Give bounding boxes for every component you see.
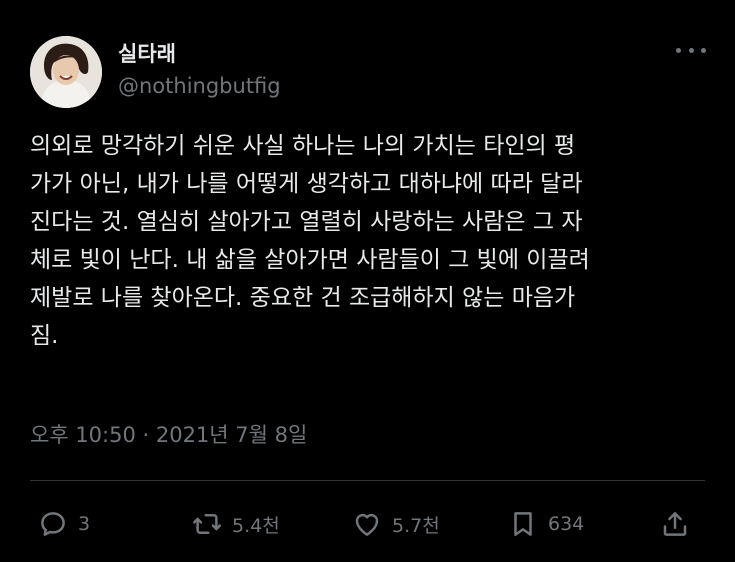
like-count: 5.7천 — [392, 514, 440, 537]
bookmark-count: 634 — [548, 513, 585, 535]
more-dot — [688, 47, 694, 53]
more-dot — [701, 47, 706, 53]
avatar[interactable] — [30, 36, 102, 108]
bookmark-icon — [514, 512, 532, 536]
bookmark-button[interactable]: 634 — [508, 496, 584, 552]
retweet-count: 5.4천 — [232, 514, 280, 537]
author-display-name[interactable]: 실타래 — [118, 38, 176, 68]
action-bar: 3 5.4천 5.7천 634 — [30, 496, 705, 552]
retweet-arrows-icon — [193, 514, 221, 534]
share-button[interactable] — [660, 496, 690, 552]
retweet-button[interactable]: 5.4천 — [192, 496, 280, 552]
reply-bubble-icon — [41, 512, 65, 536]
avatar-image — [30, 36, 102, 108]
share-upload-icon — [663, 512, 687, 536]
divider — [30, 480, 705, 481]
heart-icon — [355, 513, 379, 536]
tweet-timestamp[interactable]: 오후 10:50 · 2021년 7월 8일 — [30, 419, 307, 449]
more-options-button[interactable] — [676, 38, 706, 62]
reply-count: 3 — [78, 513, 91, 535]
author-handle[interactable]: @nothingbutfig — [118, 74, 281, 98]
like-button[interactable]: 5.7천 — [352, 496, 440, 552]
more-dot — [676, 47, 681, 53]
tweet-text: 의외로 망각하기 쉬운 사실 하나는 나의 가치는 타인의 평 가가 아닌, 내… — [30, 133, 590, 349]
reply-button[interactable]: 3 — [38, 496, 90, 552]
